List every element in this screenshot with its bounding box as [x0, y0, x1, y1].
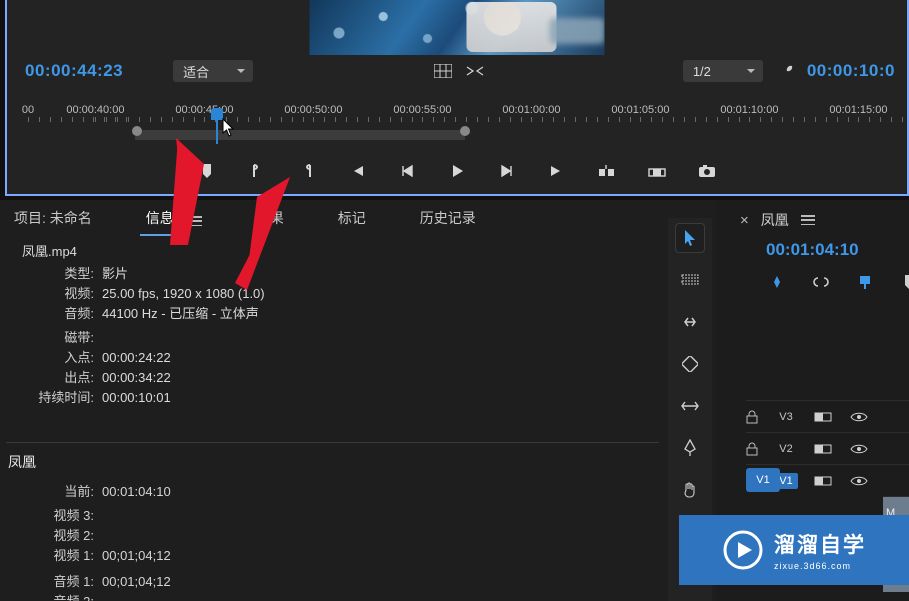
clip-video: 25.00 fps, 1920 x 1080 (1.0): [102, 284, 265, 304]
duration-timecode[interactable]: 00:00:10:0: [807, 61, 895, 81]
source-monitor: 00:00:44:23 适合 1/2 00:00:10:0 00 00:00:40…: [5, 0, 909, 196]
panel-tabs: 项目: 未命名 信息 效果 标记 历史记录: [14, 206, 659, 236]
track-row-v2[interactable]: V2: [746, 432, 909, 464]
source-patch-column: V1: [746, 464, 780, 496]
eye-icon[interactable]: [848, 409, 870, 425]
zoom-dropdown[interactable]: 适合: [173, 60, 253, 82]
tab-info[interactable]: 信息: [146, 208, 174, 234]
add-marker-timeline-icon[interactable]: [854, 272, 876, 292]
sequence-name: 凤凰: [8, 452, 649, 472]
go-to-in-button[interactable]: [346, 160, 368, 182]
go-to-out-button[interactable]: [546, 160, 568, 182]
seq-current: 00:01:04:10: [102, 482, 171, 502]
timeline-timecode[interactable]: 00:01:04:10: [766, 240, 859, 260]
watermark-badge: 溜溜自学 zixue.3d66.com: [679, 515, 909, 585]
range-end-handle[interactable]: [460, 126, 470, 136]
toggle-output-icon[interactable]: [812, 441, 834, 457]
ruler-label: 00:00:45:00: [175, 104, 233, 116]
play-badge-icon: [722, 529, 764, 571]
playhead[interactable]: [211, 108, 223, 144]
export-frame-button[interactable]: [696, 160, 718, 182]
range-start-handle[interactable]: [132, 126, 142, 136]
play-range-bar[interactable]: [135, 130, 465, 140]
ruler-label: 00:00:50:00: [284, 104, 342, 116]
close-timeline-tab[interactable]: ×: [740, 212, 749, 229]
timeline-marker-icon[interactable]: [898, 272, 909, 292]
panel-menu-icon[interactable]: [188, 216, 202, 226]
eye-icon[interactable]: [848, 441, 870, 457]
timeline-menu-icon[interactable]: [801, 215, 815, 225]
clip-info-block: 凤凰.mp4 类型:影片 视频:25.00 fps, 1920 x 1080 (…: [22, 242, 649, 408]
transport-bar: [7, 156, 907, 186]
ripple-tool[interactable]: [676, 308, 704, 336]
hand-tool[interactable]: [676, 476, 704, 504]
clip-type: 影片: [102, 264, 128, 284]
ruler-label: 00:01:15:00: [829, 104, 887, 116]
settings-grid-icon[interactable]: [433, 61, 453, 81]
source-patch-v1[interactable]: V1: [746, 468, 780, 492]
time-ruler[interactable]: 00 00:00:40:00 00:00:45:00 00:00:50:00 00:00…: [17, 100, 907, 150]
snap-icon[interactable]: [766, 272, 788, 292]
track-row-v3[interactable]: V3: [746, 400, 909, 432]
clip-in: 00:00:24:22: [102, 348, 171, 368]
step-back-button[interactable]: [396, 160, 418, 182]
seq-v1: 00;01;04;12: [102, 546, 171, 566]
clip-out: 00:00:34:22: [102, 368, 171, 388]
overwrite-button[interactable]: [646, 160, 668, 182]
seq-a1: 00;01;04;12: [102, 572, 171, 592]
clip-audio: 44100 Hz - 已压缩 - 立体声: [102, 304, 259, 324]
wrench-icon[interactable]: [777, 61, 797, 81]
ruler-label: 00: [22, 104, 34, 116]
ruler-label: 00:01:00:00: [502, 104, 560, 116]
tab-markers[interactable]: 标记: [338, 208, 366, 234]
mark-in-button[interactable]: [246, 160, 268, 182]
ruler-label: 00:00:40:00: [66, 104, 124, 116]
step-forward-button[interactable]: [496, 160, 518, 182]
playhead-timecode[interactable]: 00:00:44:23: [25, 61, 123, 81]
razor-tool[interactable]: [676, 350, 704, 378]
selection-tool[interactable]: [676, 224, 704, 252]
info-divider: [6, 442, 659, 443]
insert-button[interactable]: [596, 160, 618, 182]
slip-tool[interactable]: [676, 392, 704, 420]
lock-icon[interactable]: [746, 410, 760, 424]
tab-project[interactable]: 项目: 未命名: [14, 208, 92, 234]
ruler-label: 00:01:10:00: [720, 104, 778, 116]
toggle-output-icon[interactable]: [812, 409, 834, 425]
preview-frame: [310, 0, 605, 55]
ruler-label: 00:01:05:00: [611, 104, 669, 116]
ruler-label: 00:00:55:00: [393, 104, 451, 116]
tab-history[interactable]: 历史记录: [420, 208, 476, 234]
add-marker-button[interactable]: [196, 160, 218, 182]
toggle-output-icon[interactable]: [812, 473, 834, 489]
pen-tool[interactable]: [676, 434, 704, 462]
clip-dur: 00:00:10:01: [102, 388, 171, 408]
mark-out-button[interactable]: [296, 160, 318, 182]
timeline-display-tools: [766, 272, 909, 292]
tab-effects[interactable]: 效果: [256, 208, 284, 234]
timeline-tab-name[interactable]: 凤凰: [761, 210, 789, 230]
lock-icon[interactable]: [746, 442, 760, 456]
eye-icon[interactable]: [848, 473, 870, 489]
trim-icon[interactable]: [465, 61, 485, 81]
viewer-control-row: 00:00:44:23 适合 1/2 00:00:10:0: [25, 58, 895, 84]
resolution-dropdown[interactable]: 1/2: [683, 60, 763, 82]
sequence-info-block: 凤凰 当前:00:01:04:10 视频 3: 视频 2: 视频 1:00;01…: [6, 452, 649, 601]
clip-filename: 凤凰.mp4: [22, 242, 649, 262]
linked-selection-icon[interactable]: [810, 272, 832, 292]
timeline-tab-header: × 凤凰: [740, 210, 815, 230]
track-select-tool[interactable]: [676, 266, 704, 294]
play-button[interactable]: [446, 160, 468, 182]
